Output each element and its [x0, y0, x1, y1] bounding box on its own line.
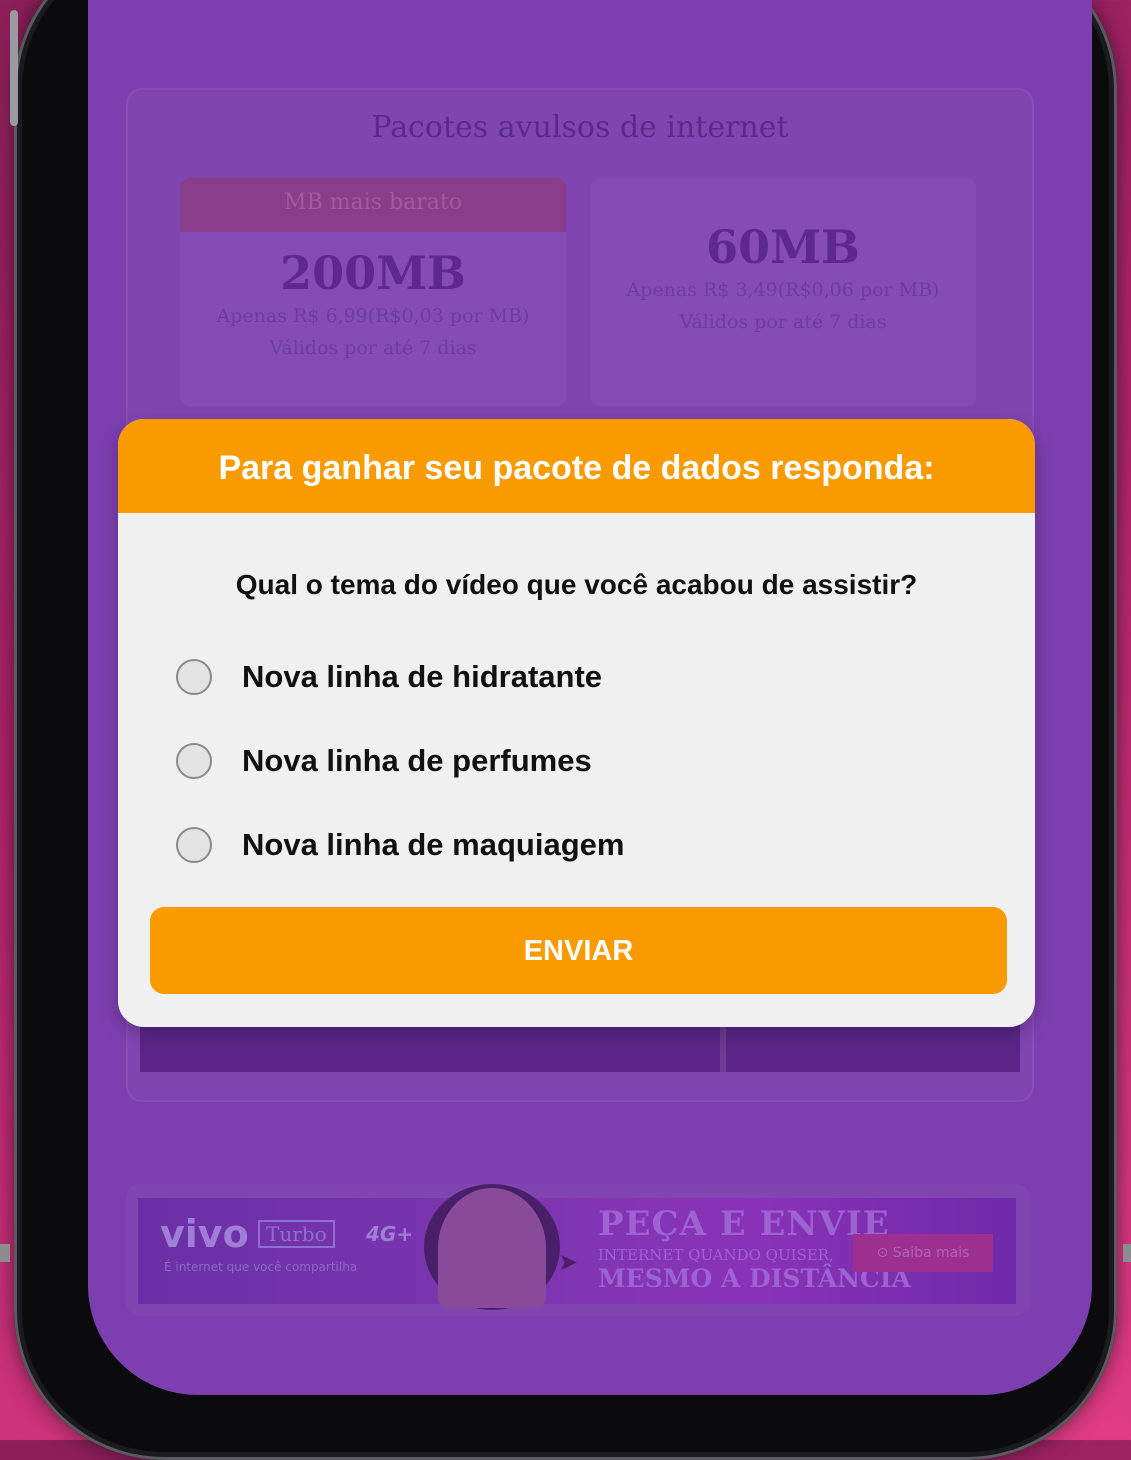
radio-button[interactable] [176, 827, 212, 863]
package-card-60mb[interactable]: 60MB Apenas R$ 3,49(R$0,06 por MB) Válid… [590, 178, 976, 406]
package-size: 200MB [280, 246, 466, 300]
radio-button[interactable] [176, 659, 212, 695]
ad-headline: PEÇA E ENVIE [598, 1204, 890, 1244]
ad-banner[interactable]: vivo Turbo 4G+ É internet que você compa… [138, 1184, 1016, 1310]
phone-right-notch [1123, 1244, 1131, 1262]
option-label: Nova linha de hidratante [242, 659, 603, 694]
brand-logo: vivo [160, 1212, 249, 1256]
model-face [438, 1188, 546, 1308]
play-circle-icon: ⊙ [876, 1245, 893, 1261]
product-badge: Turbo [258, 1220, 335, 1248]
quiz-modal: Para ganhar seu pacote de dados responda… [118, 419, 1035, 1027]
option-maquiagem[interactable]: Nova linha de maquiagem [176, 823, 624, 867]
submit-button[interactable]: ENVIAR [150, 907, 1007, 994]
package-price: Apenas R$ 3,49(R$0,06 por MB) [626, 279, 940, 301]
saiba-mais-button[interactable]: ⊙ Saiba mais [853, 1234, 993, 1272]
quiz-question: Qual o tema do vídeo que você acabou de … [235, 569, 918, 600]
brand-tagline: É internet que você compartilha [164, 1260, 358, 1274]
package-validity: Válidos por até 7 dias [679, 311, 887, 333]
package-validity: Válidos por até 7 dias [269, 337, 477, 359]
modal-header: Para ganhar seu pacote de dados responda… [118, 419, 1035, 513]
radio-button[interactable] [176, 743, 212, 779]
option-hidratante[interactable]: Nova linha de hidratante [176, 655, 602, 699]
package-price: Apenas R$ 6,99(R$0,03 por MB) [216, 305, 530, 327]
cta-label: Saiba mais [892, 1245, 970, 1261]
option-label: Nova linha de perfumes [242, 743, 592, 778]
ad-card: vivo Turbo 4G+ É internet que você compa… [126, 1184, 1030, 1316]
option-perfumes[interactable]: Nova linha de perfumes [176, 739, 592, 783]
phone-left-notch [0, 1244, 10, 1262]
arrow-icon: ➤ [558, 1248, 579, 1276]
package-card-200mb[interactable]: MB mais barato 200MB Apenas R$ 6,99(R$0,… [180, 178, 566, 406]
package-size: 60MB [706, 220, 860, 274]
package-badge: MB mais barato [180, 178, 566, 232]
network-badge: 4G+ [366, 1222, 414, 1246]
ad-subline: INTERNET QUANDO QUISER, [598, 1246, 834, 1264]
option-label: Nova linha de maquiagem [242, 827, 625, 862]
packages-title: Pacotes avulsos de internet [371, 110, 789, 145]
phone-side-button [10, 10, 18, 126]
